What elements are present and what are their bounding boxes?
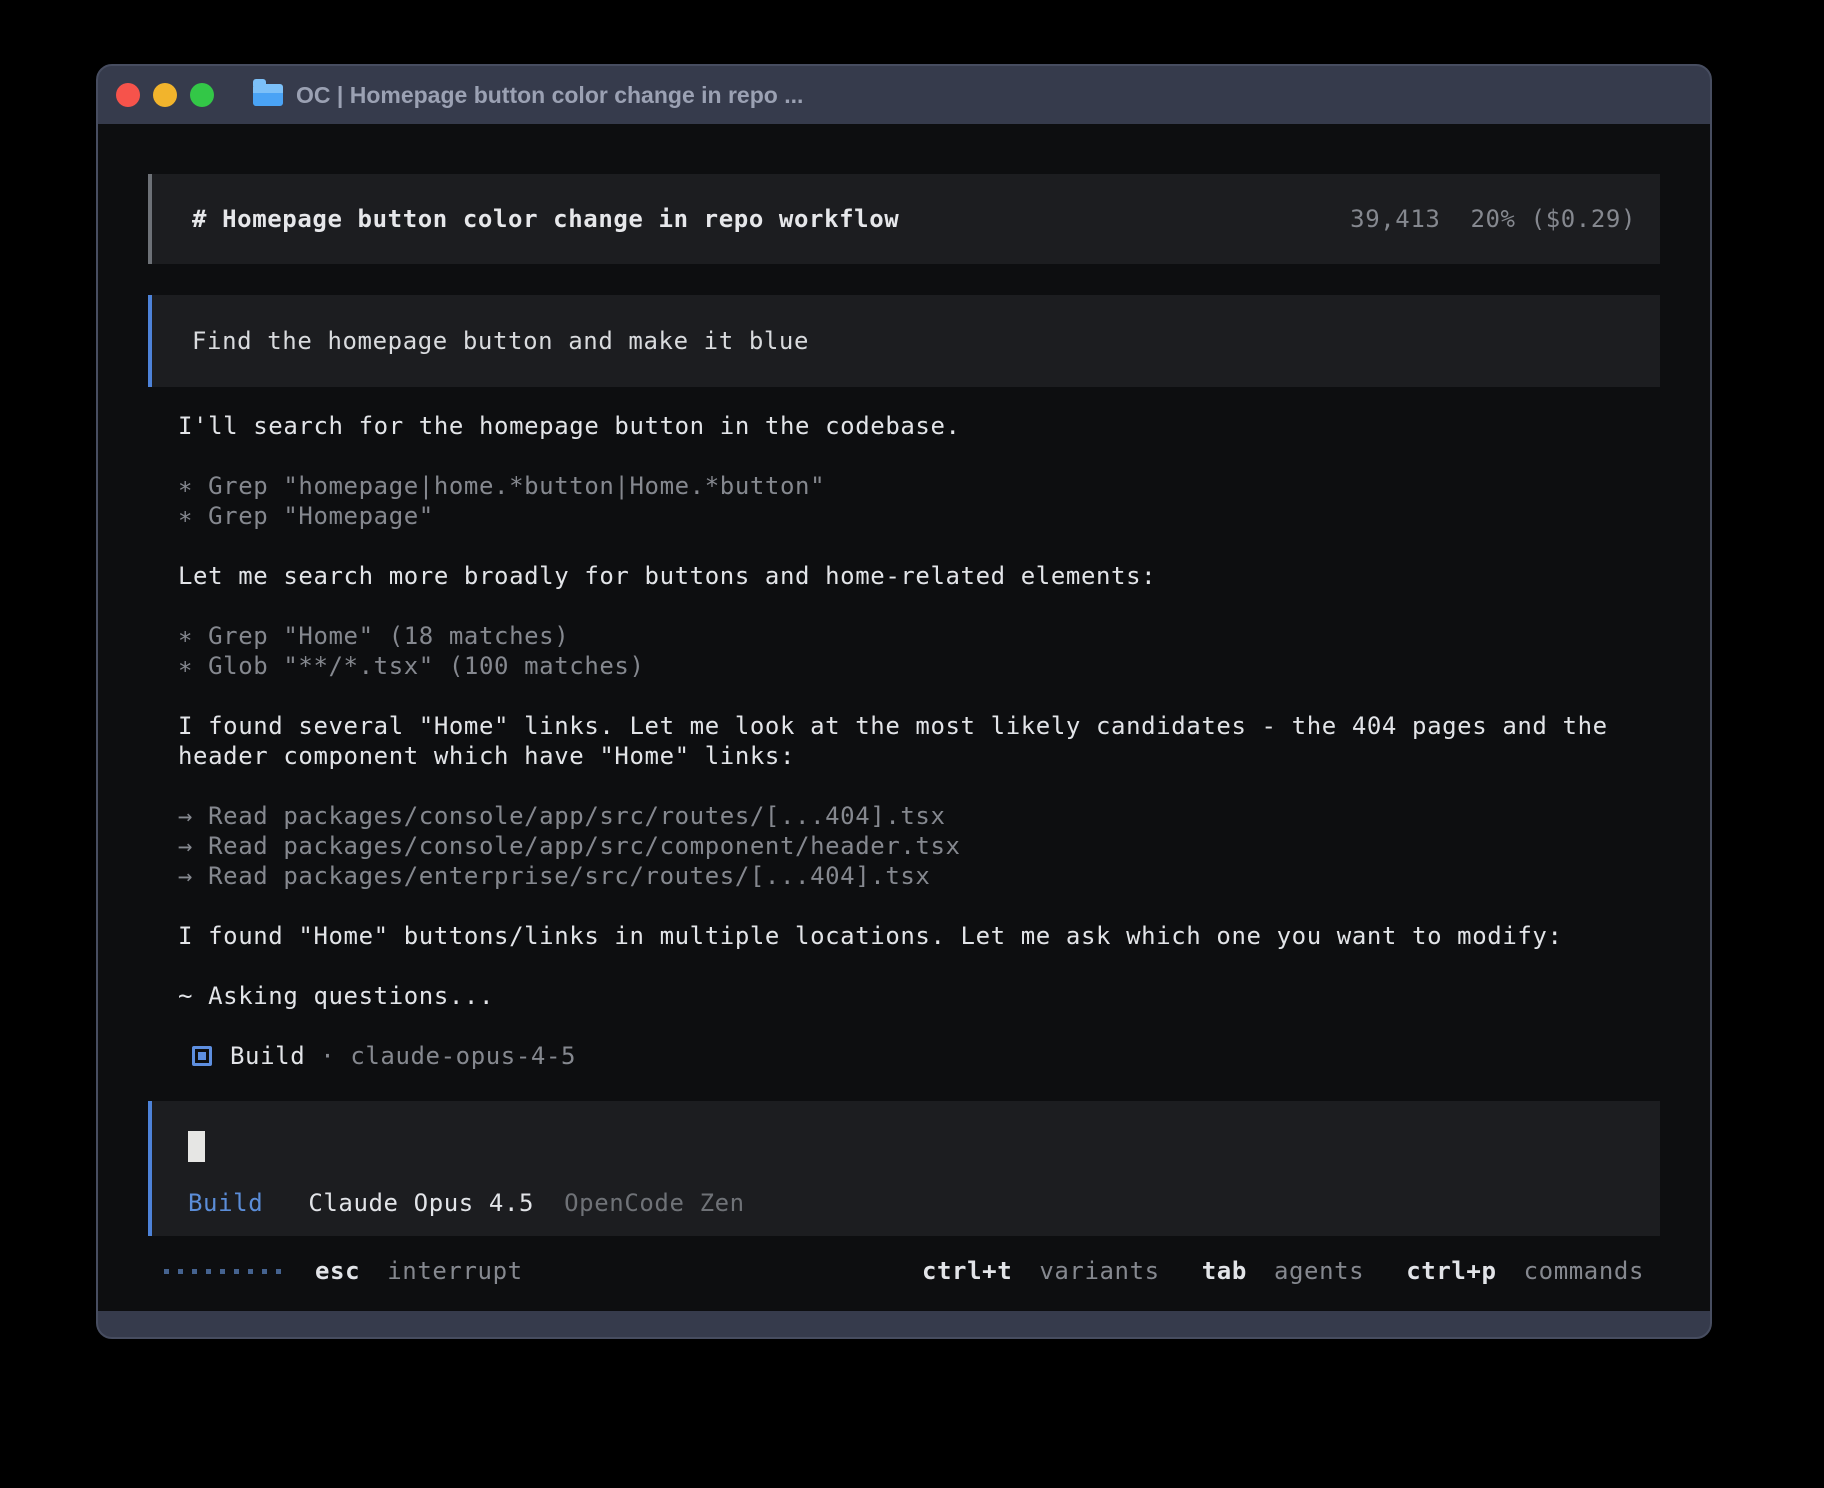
provider-label: OpenCode Zen (564, 1189, 745, 1217)
tool-call-read: → Read packages/console/app/src/componen… (178, 831, 1630, 861)
window-title: OC | Homepage button color change in rep… (296, 82, 803, 109)
spinner-dot (220, 1269, 225, 1274)
minimize-button[interactable] (153, 83, 177, 107)
shortcut-label: commands (1524, 1257, 1644, 1285)
shortcut-commands: ctrl+p commands (1406, 1256, 1644, 1286)
shortcut-label: interrupt (387, 1257, 522, 1285)
agent-square-icon (192, 1046, 212, 1066)
spinner-dot (234, 1269, 239, 1274)
tool-call-read: → Read packages/enterprise/src/routes/[.… (178, 861, 1630, 891)
tool-call-grep: ∗ Grep "homepage|home.*button|Home.*butt… (178, 471, 1630, 501)
user-message-text: Find the homepage button and make it blu… (192, 326, 809, 356)
session-header: # Homepage button color change in repo w… (148, 174, 1660, 264)
assistant-paragraph: I found several "Home" links. Let me loo… (178, 711, 1626, 771)
shortcut-interrupt: esc interrupt (315, 1256, 523, 1286)
assistant-status-line: ~ Asking questions... (178, 981, 1626, 1011)
window-footer (98, 1311, 1710, 1337)
assistant-paragraph: I found "Home" buttons/links in multiple… (178, 921, 1626, 951)
tool-call-group: ∗ Grep "Home" (18 matches) ∗ Glob "**/*.… (178, 621, 1630, 681)
shortcut-key: tab (1202, 1257, 1247, 1285)
tool-call-group: → Read packages/console/app/src/routes/[… (178, 801, 1630, 891)
context-usage: 20% ($0.29) (1470, 204, 1636, 234)
assistant-paragraph: Let me search more broadly for buttons a… (178, 561, 1626, 591)
agent-name: Build (230, 1041, 305, 1071)
token-count: 39,413 (1350, 204, 1440, 234)
shortcut-label: variants (1039, 1257, 1159, 1285)
shortcut-agents: tab agents (1202, 1256, 1365, 1286)
tool-call-grep: ∗ Grep "Home" (18 matches) (178, 621, 1630, 651)
session-stats: 39,413 20% ($0.29) (1350, 204, 1636, 234)
status-right: ctrl+t variants tab agents ctrl+p comman… (922, 1256, 1644, 1286)
shortcut-key: ctrl+p (1406, 1257, 1496, 1285)
agent-status-row: Build · claude-opus-4-5 (178, 1041, 1630, 1071)
tool-call-grep: ∗ Grep "Homepage" (178, 501, 1630, 531)
agent-model: claude-opus-4-5 (350, 1041, 576, 1071)
session-title: # Homepage button color change in repo w… (192, 204, 899, 234)
spinner-dot (276, 1269, 281, 1274)
spinner-dot (206, 1269, 211, 1274)
model-label: Claude Opus 4.5 (308, 1189, 534, 1217)
titlebar: OC | Homepage button color change in rep… (98, 66, 1710, 124)
shortcut-key: ctrl+t (922, 1257, 1012, 1285)
shortcut-key: esc (315, 1257, 360, 1285)
folder-icon (253, 84, 283, 106)
tool-call-glob: ∗ Glob "**/*.tsx" (100 matches) (178, 651, 1630, 681)
activity-spinner (164, 1269, 281, 1274)
spinner-dot (262, 1269, 267, 1274)
editor-meta: Build Claude Opus 4.5 OpenCode Zen (188, 1188, 1624, 1218)
user-message: Find the homepage button and make it blu… (148, 295, 1660, 387)
status-left: esc interrupt (164, 1256, 523, 1286)
spinner-dot (178, 1269, 183, 1274)
text-cursor (188, 1131, 205, 1162)
assistant-paragraph: I'll search for the homepage button in t… (178, 411, 1626, 441)
shortcut-label: agents (1274, 1257, 1364, 1285)
close-button[interactable] (116, 83, 140, 107)
spinner-dot (192, 1269, 197, 1274)
status-bar: esc interrupt ctrl+t variants tab agents… (148, 1256, 1660, 1286)
prompt-input[interactable]: Build Claude Opus 4.5 OpenCode Zen (148, 1101, 1660, 1236)
spinner-dot (164, 1269, 169, 1274)
terminal-content: # Homepage button color change in repo w… (98, 124, 1710, 1311)
zoom-button[interactable] (190, 83, 214, 107)
tool-call-group: ∗ Grep "homepage|home.*button|Home.*butt… (178, 471, 1630, 531)
tool-call-read: → Read packages/console/app/src/routes/[… (178, 801, 1630, 831)
agent-separator: · (320, 1041, 335, 1071)
terminal-window: OC | Homepage button color change in rep… (96, 64, 1712, 1339)
spinner-dot (248, 1269, 253, 1274)
shortcut-variants: ctrl+t variants (922, 1256, 1160, 1286)
assistant-transcript: I'll search for the homepage button in t… (148, 411, 1660, 1071)
mode-label: Build (188, 1189, 263, 1217)
